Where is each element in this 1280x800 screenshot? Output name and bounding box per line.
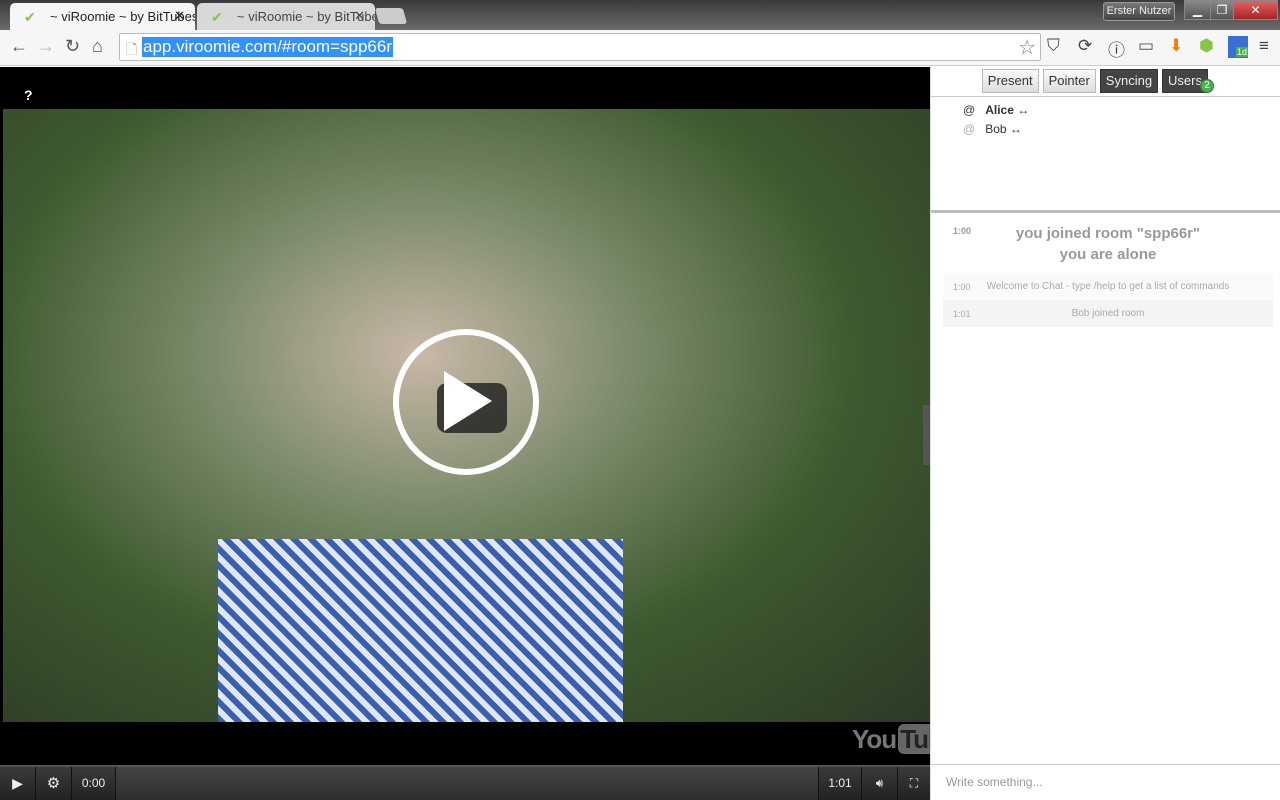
tab-viroomie[interactable]: ✔ ~ viRoomie ~ by BitTubes ✕ <box>197 3 375 30</box>
message-time: 1:01 <box>953 309 971 319</box>
user-item-bob[interactable]: @ Bob ↔ <box>963 122 1022 136</box>
video-player[interactable]: ? You Tube <box>0 67 959 765</box>
extension-badge: 1d <box>1235 47 1248 57</box>
message-time: 1:00 <box>953 282 971 292</box>
message-text: you joined room "spp66r" <box>1015 225 1201 242</box>
sidebar-mode-buttons: Present Pointer Syncing Users <box>981 69 1208 93</box>
android-icon[interactable]: ⬢ <box>1199 36 1214 56</box>
menu-icon[interactable]: ≡ <box>1259 36 1269 56</box>
chat-log: 1:00 you joined room "spp66r" you are al… <box>943 215 1273 327</box>
settings-gear-icon[interactable]: ⚙ <box>36 767 72 800</box>
viroomie-logo-icon: ✔ <box>24 9 36 25</box>
logo-text: You <box>852 724 897 754</box>
present-button[interactable]: Present <box>981 69 1039 93</box>
profile-button[interactable]: Erster Nutzer <box>1103 2 1175 21</box>
message-text: you are alone <box>1059 246 1157 263</box>
help-button[interactable]: ? <box>24 87 33 103</box>
link-icon: ↔ <box>1017 103 1030 117</box>
back-icon[interactable]: ← <box>10 36 28 57</box>
pointer-button[interactable]: Pointer <box>1042 69 1096 93</box>
minimize-button[interactable]: ▁ <box>1184 0 1211 20</box>
link-icon: ↔ <box>1009 122 1022 136</box>
chat-input[interactable]: Write something... <box>931 764 1280 800</box>
info-icon[interactable]: ⓘ <box>1108 36 1125 61</box>
seek-bar[interactable] <box>116 767 818 800</box>
divider <box>931 210 1280 213</box>
duration: 1:01 <box>818 767 862 800</box>
pocket-icon[interactable]: ⛉ <box>1047 36 1060 56</box>
message-text: Bob joined room <box>1071 308 1145 319</box>
message-time: 1:00 <box>953 226 972 236</box>
user-prefix: @ <box>963 122 976 136</box>
sidebar: Present Pointer Syncing Users @ Alice ↔ @… <box>930 67 1280 800</box>
user-name: Bob <box>985 122 1007 136</box>
user-item-alice[interactable]: @ Alice ↔ <box>963 103 1029 117</box>
volume-icon[interactable]: 🔊︎ <box>862 767 898 800</box>
page-icon: 🗋 <box>126 41 138 57</box>
video-scene-detail <box>218 539 623 722</box>
sync-icon[interactable]: ⟳ <box>1078 36 1092 56</box>
close-window-button[interactable]: ✕ <box>1233 0 1278 20</box>
tab-viroomie-active[interactable]: ✔ ~ viRoomie ~ by BitTubes ✕ <box>10 3 195 30</box>
bookmark-star-icon[interactable]: ☆ <box>1018 35 1036 60</box>
browser-titlebar: ✔ ~ viRoomie ~ by BitTubes ✕ ✔ ~ viRoomi… <box>0 0 1280 30</box>
play-overlay-button[interactable] <box>393 329 539 475</box>
cast-icon[interactable]: ▭ <box>1138 36 1154 56</box>
reload-icon[interactable]: ↻ <box>65 36 80 57</box>
play-icon <box>444 371 492 431</box>
chat-message: 1:00 you joined room "spp66r" you are al… <box>943 215 1273 273</box>
user-name: Alice <box>985 103 1014 117</box>
home-icon[interactable]: ⌂ <box>92 36 103 57</box>
player-controls: ▶ ⚙ 0:00 1:01 🔊︎ ⛶ <box>0 765 930 800</box>
message-text: Welcome to Chat - type /help to get a li… <box>986 281 1230 292</box>
calendar-extension-icon[interactable]: 1d <box>1228 36 1248 58</box>
user-prefix: @ <box>963 103 976 117</box>
users-count-badge: 2 <box>1200 79 1214 93</box>
chat-message: 1:00 Welcome to Chat - type /help to get… <box>943 273 1273 300</box>
chat-message: 1:01 Bob joined room <box>943 300 1273 327</box>
browser-toolbar: ← → ↻ ⌂ 🗋 app.viroomie.com/#room=spp66r … <box>0 30 1280 66</box>
close-tab-icon[interactable]: ✕ <box>354 8 365 24</box>
new-tab-button[interactable] <box>374 8 408 24</box>
restore-button[interactable]: ❐ <box>1210 0 1234 20</box>
current-time: 0:00 <box>72 767 116 800</box>
url-text[interactable]: app.viroomie.com/#room=spp66r <box>142 37 393 57</box>
viroomie-logo-icon: ✔ <box>211 9 223 25</box>
forward-icon[interactable]: → <box>37 36 55 57</box>
close-tab-icon[interactable]: ✕ <box>174 8 185 24</box>
syncing-button[interactable]: Syncing <box>1099 69 1159 93</box>
play-button[interactable]: ▶ <box>0 767 36 800</box>
download-icon[interactable]: ⬇ <box>1169 36 1183 56</box>
divider <box>931 96 1280 97</box>
fullscreen-icon[interactable]: ⛶ <box>898 767 930 800</box>
address-bar[interactable]: 🗋 app.viroomie.com/#room=spp66r ☆ <box>119 33 1041 61</box>
